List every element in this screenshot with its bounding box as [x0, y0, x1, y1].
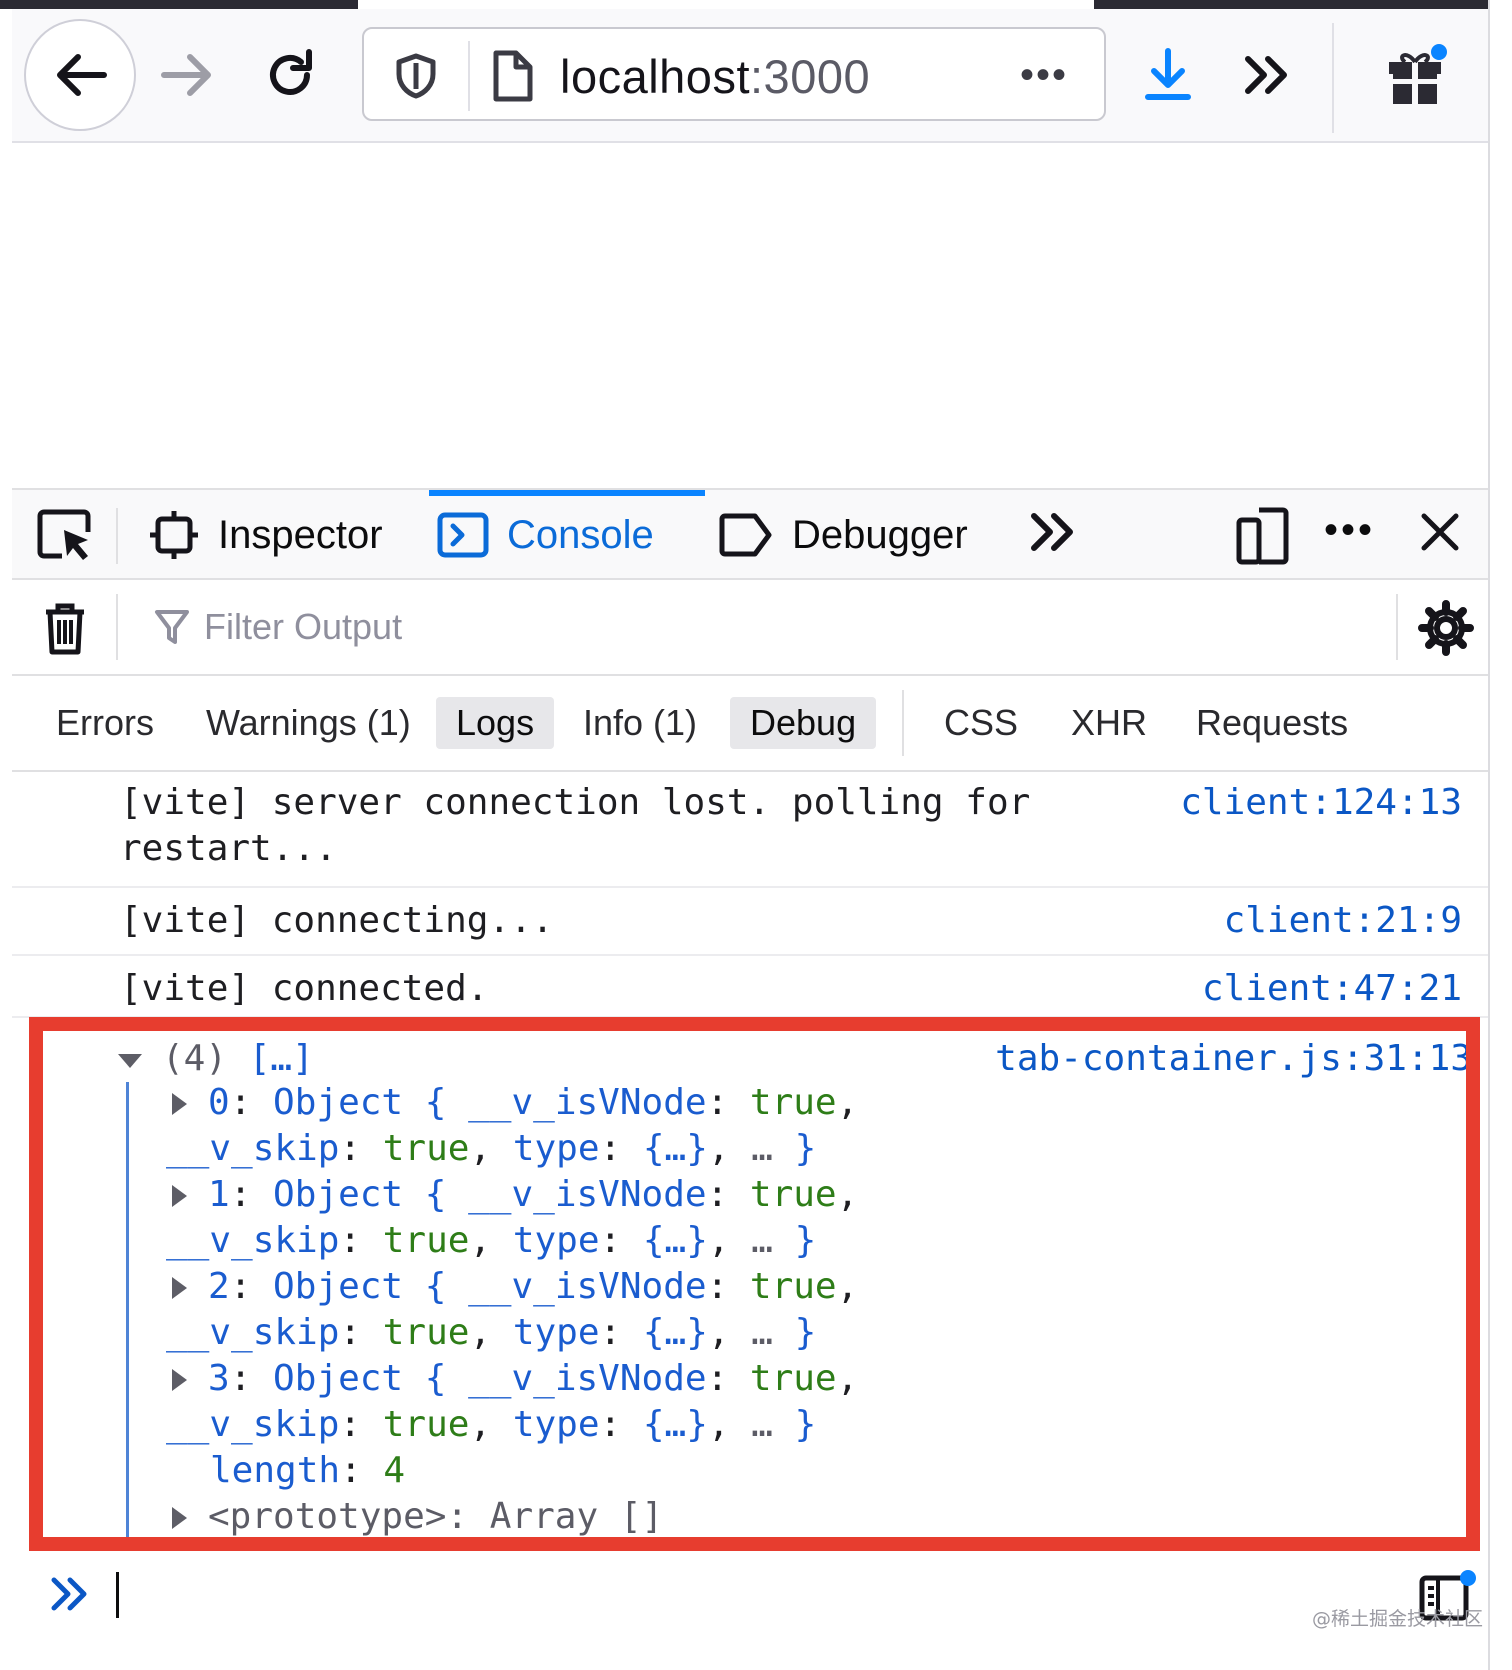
tab-console[interactable]: Console: [421, 490, 705, 580]
message-text: [vite] server connection lost. polling f…: [120, 782, 1031, 869]
console-filter-bar: [12, 580, 1488, 676]
toolbar-separator: [1396, 594, 1398, 660]
element-picker-button[interactable]: [36, 508, 96, 568]
tab-inspector[interactable]: Inspector: [148, 490, 383, 580]
download-icon: [1145, 48, 1191, 100]
tab-strip-left: [0, 0, 358, 9]
page-actions-button[interactable]: •••: [1020, 53, 1068, 98]
console-settings-button[interactable]: [1418, 600, 1474, 656]
trash-icon: [46, 603, 84, 655]
filter-icon: [155, 610, 189, 644]
toolbar-separator: [116, 508, 118, 564]
forward-arrow-icon: [161, 54, 211, 96]
tab-debugger[interactable]: Debugger: [718, 490, 968, 580]
filter-debug[interactable]: Debug: [730, 697, 877, 749]
tab-console-label: Console: [507, 512, 654, 557]
inspector-icon: [150, 511, 198, 559]
url-port: :3000: [750, 50, 871, 103]
log-level-filter-bar: Errors Warnings (1) Logs Info (1) Debug …: [12, 676, 1488, 772]
close-icon: [1421, 513, 1459, 551]
gift-icon: [1389, 44, 1447, 104]
console-message: [vite] connecting... client:21:9: [12, 888, 1488, 956]
message-source-link[interactable]: client:47:21: [1202, 966, 1462, 1012]
filter-output-input[interactable]: [202, 598, 1306, 656]
devtools-toolbar: Inspector Console Debugger •••: [12, 488, 1488, 580]
downloads-button[interactable]: [1132, 39, 1204, 111]
url-host: localhost: [560, 50, 750, 103]
devtools-options-button[interactable]: •••: [1324, 508, 1375, 553]
back-arrow-icon: [57, 54, 107, 96]
more-tools-button[interactable]: [1028, 508, 1088, 568]
filter-xhr[interactable]: XHR: [1051, 697, 1167, 749]
debugger-icon: [719, 513, 772, 557]
close-devtools-button[interactable]: [1416, 508, 1472, 564]
toolbar-separator: [1332, 23, 1334, 133]
reload-button[interactable]: [254, 39, 326, 111]
chevron-double-right-icon: [1031, 513, 1073, 551]
back-button[interactable]: [24, 19, 136, 131]
element-picker-icon: [37, 509, 91, 560]
tab-debugger-label: Debugger: [792, 512, 968, 557]
message-text: [vite] connecting...: [120, 900, 554, 941]
url-bar[interactable]: localhost:3000 •••: [362, 27, 1106, 121]
console-message: [vite] server connection lost. polling f…: [12, 772, 1488, 888]
url-text[interactable]: localhost:3000: [560, 49, 870, 104]
highlight-annotation-box: [29, 1017, 1480, 1551]
message-text: [vite] connected.: [120, 968, 489, 1009]
responsive-design-button[interactable]: [1236, 506, 1296, 566]
filter-css[interactable]: CSS: [924, 697, 1038, 749]
watermark: @稀土掘金技术社区: [1312, 1608, 1484, 1630]
console-icon: [437, 512, 489, 558]
message-source-link[interactable]: client:124:13: [1180, 780, 1462, 826]
filter-errors[interactable]: Errors: [36, 697, 174, 749]
url-separator: [468, 41, 470, 111]
tab-strip-right: [1094, 0, 1488, 9]
console-input[interactable]: [12, 1556, 1488, 1670]
prompt-chevron-icon: [51, 1577, 87, 1611]
page-icon[interactable]: [490, 49, 534, 103]
toolbar-separator: [902, 690, 904, 756]
filter-logs[interactable]: Logs: [436, 697, 555, 749]
filter-info[interactable]: Info (1): [563, 697, 717, 749]
chevron-double-right-icon: [1245, 56, 1287, 94]
gear-icon: [1418, 600, 1474, 656]
reload-icon: [270, 49, 312, 95]
filter-requests[interactable]: Requests: [1176, 697, 1368, 749]
toolbar-separator: [116, 594, 118, 660]
console-message: [vite] connected. client:47:21: [12, 956, 1488, 1018]
navigation-toolbar: localhost:3000 •••: [12, 9, 1488, 143]
message-source-link[interactable]: client:21:9: [1224, 898, 1462, 944]
whats-new-button[interactable]: [1376, 37, 1456, 117]
tab-inspector-label: Inspector: [218, 512, 383, 557]
clear-console-button[interactable]: [42, 602, 92, 658]
filter-warnings[interactable]: Warnings (1): [186, 697, 431, 749]
overflow-menu-button[interactable]: [1230, 39, 1302, 111]
responsive-icon: [1236, 507, 1289, 565]
shield-icon[interactable]: [394, 53, 438, 99]
forward-button[interactable]: [152, 39, 224, 111]
text-cursor: [116, 1572, 119, 1618]
